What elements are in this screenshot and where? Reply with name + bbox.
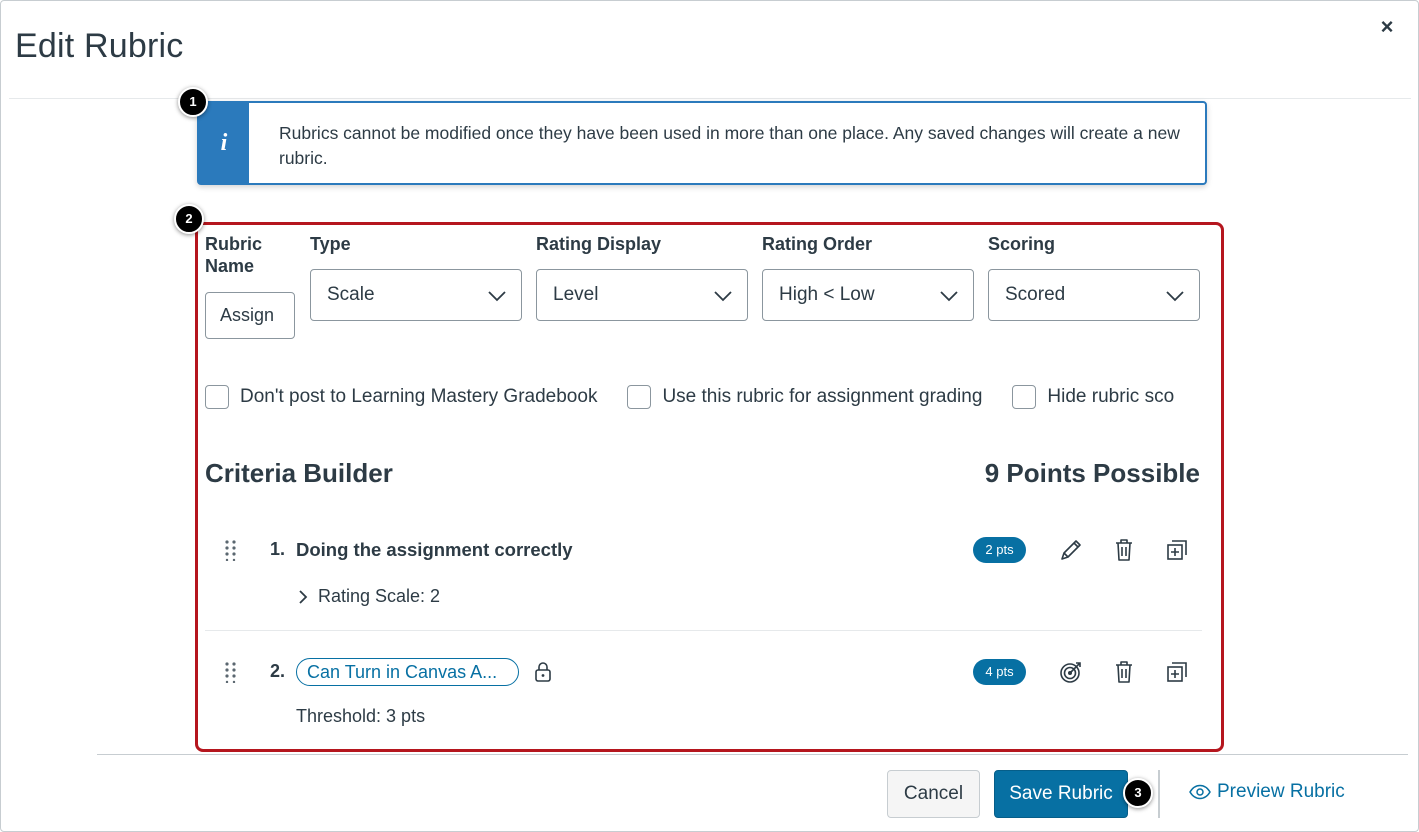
criterion-threshold: Threshold: 3 pts	[296, 706, 426, 726]
type-select[interactable]: Scale	[310, 269, 522, 321]
scoring-label: Scoring	[988, 234, 1056, 254]
info-icon: i	[199, 103, 249, 183]
pencil-icon[interactable]	[1058, 537, 1084, 563]
alert-message: Rubrics cannot be modified once they hav…	[279, 123, 1180, 168]
modal-title: Edit Rubric	[15, 27, 184, 65]
trash-icon[interactable]	[1111, 659, 1137, 685]
close-icon[interactable]: ×	[1375, 13, 1399, 41]
lock-icon	[535, 662, 551, 682]
option-label: Hide rubric sco	[1047, 386, 1175, 407]
duplicate-icon[interactable]	[1164, 537, 1190, 563]
rating-order-select[interactable]: High < Low	[762, 269, 974, 321]
chevron-down-icon	[1166, 291, 1184, 302]
drag-handle-icon[interactable]	[224, 661, 238, 683]
chevron-down-icon	[488, 291, 506, 302]
cancel-button[interactable]: Cancel	[887, 770, 980, 818]
rating-display-select[interactable]: Level	[536, 269, 748, 321]
option-label: Use this rubric for assignment grading	[662, 386, 983, 407]
callout-badge-1: 1	[178, 87, 208, 117]
rating-order-value: High < Low	[779, 284, 875, 305]
footer-separator	[1158, 770, 1160, 818]
option-label: Don't post to Learning Mastery Gradebook	[240, 386, 598, 407]
criterion-title: Doing the assignment correctly	[296, 539, 573, 560]
checkbox[interactable]	[1012, 385, 1037, 409]
type-label: Type	[310, 234, 351, 254]
chevron-down-icon	[714, 291, 732, 302]
edit-rubric-modal: Edit Rubric × 1 i Rubrics cannot be modi…	[0, 0, 1419, 832]
info-glyph: i	[220, 129, 228, 156]
rating-scale-label: Rating Scale: 2	[318, 586, 441, 606]
rating-scale-toggle[interactable]: Rating Scale: 2	[296, 586, 440, 607]
rubric-settings-panel: Rubric Name Assign Type Scale Rating Dis…	[195, 222, 1224, 752]
option-no-learning-mastery[interactable]: Don't post to Learning Mastery Gradebook	[205, 385, 597, 409]
option-use-for-grading[interactable]: Use this rubric for assignment grading	[627, 385, 982, 409]
callout-badge-3: 3	[1123, 778, 1153, 808]
checkbox[interactable]	[627, 385, 652, 409]
preview-rubric-button[interactable]: Preview Rubric	[1189, 781, 1345, 803]
points-possible: 9 Points Possible	[984, 458, 1200, 488]
drag-handle-icon[interactable]	[224, 539, 238, 561]
rubric-name-label: Rubric Name	[205, 234, 263, 276]
trash-icon[interactable]	[1111, 537, 1137, 563]
footer-divider	[97, 754, 1408, 755]
criteria-builder-title: Criteria Builder	[205, 458, 393, 488]
scoring-select[interactable]: Scored	[988, 269, 1200, 321]
header-divider	[9, 98, 1411, 99]
rubric-options: Don't post to Learning Mastery Gradebook…	[205, 385, 1204, 409]
chevron-down-icon	[940, 291, 958, 302]
criterion-points-badge: 2 pts	[973, 537, 1026, 563]
save-rubric-button[interactable]: Save Rubric	[994, 770, 1128, 818]
chevron-right-icon	[299, 589, 308, 604]
rating-display-value: Level	[553, 284, 599, 305]
type-select-value: Scale	[327, 284, 375, 305]
preview-rubric-label: Preview Rubric	[1217, 781, 1345, 802]
rating-display-label: Rating Display	[536, 234, 662, 254]
rating-order-label: Rating Order	[762, 234, 873, 254]
criterion-number: 2.	[270, 661, 286, 681]
criterion-number: 1.	[270, 539, 286, 559]
duplicate-icon[interactable]	[1164, 659, 1190, 685]
scoring-value: Scored	[1005, 284, 1066, 305]
info-alert: i Rubrics cannot be modified once they h…	[197, 101, 1207, 185]
rubric-name-input[interactable]: Assign	[205, 292, 295, 339]
criteria-divider	[205, 630, 1202, 631]
option-hide-score[interactable]: Hide rubric sco	[1012, 385, 1174, 409]
outcome-target-icon[interactable]	[1058, 659, 1084, 685]
criterion-points-badge: 4 pts	[973, 659, 1026, 685]
callout-badge-2: 2	[174, 204, 204, 234]
checkbox[interactable]	[205, 385, 229, 409]
outcome-link[interactable]: Can Turn in Canvas A...	[296, 658, 519, 686]
eye-icon	[1189, 784, 1211, 800]
